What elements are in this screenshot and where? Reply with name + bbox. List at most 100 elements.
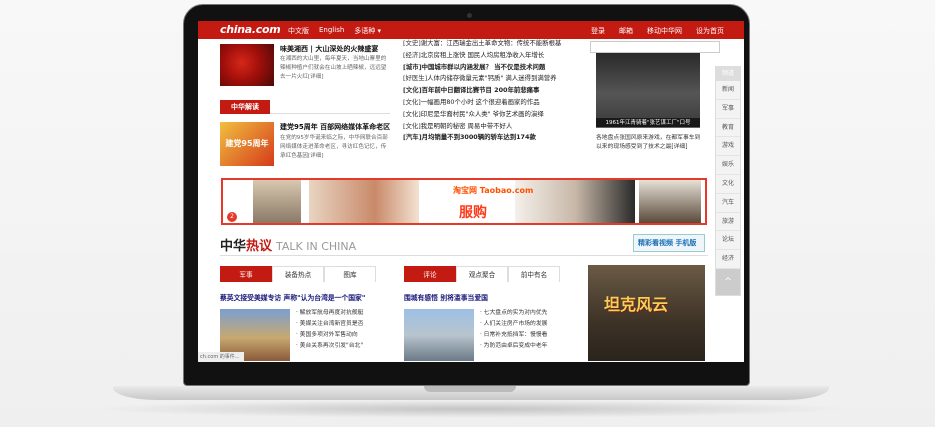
user-links: 登录 邮箱 移动中华网 设为首页 bbox=[591, 26, 724, 36]
news-item[interactable]: [文化]一幅画用80个小时 这个很迎着画家的作品 bbox=[403, 97, 578, 109]
sidebar-item-news[interactable]: 新闻 bbox=[716, 81, 740, 100]
news-category: [文化] bbox=[403, 86, 422, 95]
news-text[interactable]: 一幅画用80个小时 这个很迎着画家的作品 bbox=[421, 98, 540, 106]
party-headline[interactable]: 建党95周年 百部网络媒体革命老区 bbox=[280, 122, 390, 132]
news-text[interactable]: 谢大富：江西瑞金出土革命文物：传统不能断根基 bbox=[421, 39, 562, 47]
laptop-base bbox=[113, 386, 829, 400]
historic-photo[interactable] bbox=[596, 53, 700, 127]
top-navigation-bar: china.com 中文版 English 多语种 ▾ 登录 邮箱 移动中华网 … bbox=[198, 21, 744, 39]
tab-gallery[interactable]: 图库 bbox=[324, 266, 376, 282]
tab-equipment[interactable]: 装备热点 bbox=[272, 266, 324, 282]
news-category: [文化] bbox=[403, 121, 421, 130]
chili-image[interactable] bbox=[220, 44, 274, 86]
mid-article-title[interactable]: 围城有感悟 别将滥事当爱国 bbox=[404, 292, 488, 302]
list-item[interactable]: · 美国多项对外军售动向 bbox=[296, 330, 386, 341]
news-text[interactable]: 月均销量不到3000辆的轿车达到174款 bbox=[422, 133, 536, 141]
photo-description[interactable]: 各地盘点张国风原来游戏，在都军事车到以来的现场感受到了技术之最[详细] bbox=[596, 134, 706, 152]
mid-article-image[interactable] bbox=[404, 309, 474, 361]
list-item[interactable]: · 美台关系再次引发"台北" bbox=[296, 341, 386, 352]
news-text[interactable]: 北京房租上涨快 国民人均房租净收入年增长 bbox=[421, 51, 544, 59]
list-item[interactable]: · 为防范由卓后变成中老年 bbox=[480, 341, 570, 352]
hot-title-b: 热议 bbox=[246, 239, 273, 254]
hot-divider bbox=[220, 255, 708, 256]
news-item[interactable]: [经济]北京房租上涨快 国民人均房租净收入年增长 bbox=[403, 50, 578, 62]
news-category: [城市] bbox=[403, 62, 422, 71]
news-category: [文化] bbox=[403, 97, 421, 106]
browser-screen: china.com 中文版 English 多语种 ▾ 登录 邮箱 移动中华网 … bbox=[198, 21, 744, 362]
news-text[interactable]: 中国城市群以内涵发展？ 当不仅是技术问题 bbox=[422, 63, 546, 71]
back-to-top-button[interactable]: ^ bbox=[716, 268, 740, 295]
banner-model-image bbox=[309, 180, 419, 223]
news-text[interactable]: 我是明朝的秘密 周易中带不好人 bbox=[421, 122, 513, 130]
hot-title-a: 中华 bbox=[220, 239, 247, 254]
game-ad-title: 坦克风云 bbox=[604, 295, 669, 314]
sidebar-item-education[interactable]: 教育 bbox=[716, 119, 740, 138]
news-item[interactable]: [好医生]人体内储存微量元素"钙质" 满人迷得到满营养 bbox=[403, 73, 578, 85]
sidebar-head: 频道 bbox=[716, 67, 740, 81]
status-bar: ch.com 的事件... bbox=[198, 352, 244, 362]
taobao-logo: 淘宝网 Taobao.com bbox=[453, 186, 534, 195]
list-item[interactable]: · 人们关注房产市场的发展 bbox=[480, 319, 570, 330]
hot-talk-heading: 中华热议 TALK IN CHINA bbox=[220, 235, 356, 254]
banner-slide-number[interactable]: 2 bbox=[227, 212, 237, 222]
news-category: [经济] bbox=[403, 50, 421, 59]
party-anniversary-image[interactable]: 建党95周年 bbox=[220, 122, 274, 166]
party-description: 在党的95岁华诞来临之际，中华网联合百部网络媒体走进革命老区，寻访红色记忆，传承… bbox=[280, 135, 388, 159]
tab-comment[interactable]: 评论 bbox=[404, 266, 456, 282]
laptop-shadow bbox=[90, 400, 850, 418]
news-text[interactable]: 百年前中日翻译比赛节目 200年前悲痛事 bbox=[422, 86, 540, 94]
news-category: [汽车] bbox=[403, 133, 422, 142]
tab-opinions[interactable]: 观点聚合 bbox=[456, 266, 508, 282]
list-item[interactable]: · 美媒关注台湾新官员是否 bbox=[296, 319, 386, 330]
sidebar-item-economy[interactable]: 经济 bbox=[716, 250, 740, 269]
taobao-banner[interactable]: 淘宝网 Taobao.com 服购 2 bbox=[221, 178, 707, 225]
chili-headline[interactable]: 味美湘西 | 大山深处的火辣盛宴 bbox=[280, 44, 378, 54]
sidebar-item-travel[interactable]: 旅游 bbox=[716, 213, 740, 232]
mail-link[interactable]: 邮箱 bbox=[619, 26, 633, 36]
news-text[interactable]: 印尼是华裔村民"众人类" 爷你艺术画的演绎 bbox=[421, 110, 544, 118]
left-tabs: 军事 装备热点 图库 bbox=[220, 266, 376, 282]
section-tag-interpretation: 中华解读 bbox=[220, 100, 270, 114]
banner-model-image bbox=[253, 180, 301, 223]
news-item[interactable]: [汽车]月均销量不到3000辆的轿车达到174款 bbox=[403, 132, 578, 144]
sidebar-item-military[interactable]: 军事 bbox=[716, 100, 740, 119]
news-category: [文化] bbox=[403, 109, 421, 118]
site-logo[interactable]: china.com bbox=[220, 23, 281, 36]
sidebar-item-entertainment[interactable]: 娱乐 bbox=[716, 156, 740, 175]
news-item[interactable]: [文化]百年前中日翻译比赛节目 200年前悲痛事 bbox=[403, 85, 578, 97]
video-button[interactable]: 精彩看视频 手机版 bbox=[633, 234, 705, 252]
sidebar-item-games[interactable]: 游戏 bbox=[716, 137, 740, 157]
news-item[interactable]: [城市]中国城市群以内涵发展？ 当不仅是技术问题 bbox=[403, 62, 578, 74]
tab-famous[interactable]: 前中有名 bbox=[508, 266, 560, 282]
game-ad[interactable]: 坦克风云 bbox=[588, 265, 705, 361]
left-article-title[interactable]: 蔡英文接受美媒专访 声称"认为台湾是一个国家" bbox=[220, 292, 365, 302]
news-item[interactable]: [文化]我是明朝的秘密 周易中带不好人 bbox=[403, 121, 578, 133]
hot-title-en: TALK IN CHINA bbox=[276, 240, 357, 253]
banner-slogan: 服购 bbox=[459, 205, 487, 221]
right-top-ad[interactable] bbox=[590, 41, 720, 53]
tab-military[interactable]: 军事 bbox=[220, 266, 272, 282]
list-item[interactable]: · 日常补充抵挡军：慢慢看 bbox=[480, 330, 570, 341]
news-item[interactable]: [文化]印尼是华裔村民"众人类" 爷你艺术画的演绎 bbox=[403, 109, 578, 121]
language-nav: 中文版 English 多语种 ▾ bbox=[288, 26, 381, 36]
sidebar-item-culture[interactable]: 文化 bbox=[716, 175, 740, 194]
set-homepage-link[interactable]: 设为首页 bbox=[696, 26, 724, 36]
section-divider bbox=[270, 113, 390, 114]
channel-sidebar: 频道 新闻 军事 教育 游戏 娱乐 文化 汽车 旅游 论坛 经济 ^ bbox=[715, 66, 741, 296]
chili-description: 在湘西的大山里，每年夏天，当地山寨里的辣椒种植户们就会在山坡上晒辣椒，远远望去一… bbox=[280, 56, 387, 80]
camera-dot bbox=[467, 13, 472, 18]
list-item[interactable]: · 七大盘点的实为对内优先 bbox=[480, 308, 570, 319]
nav-english[interactable]: English bbox=[319, 26, 344, 36]
mobile-link[interactable]: 移动中华网 bbox=[647, 26, 682, 36]
news-item[interactable]: [文史]谢大富：江西瑞金出土革命文物：传统不能断根基 bbox=[403, 38, 578, 50]
sidebar-item-auto[interactable]: 汽车 bbox=[716, 194, 740, 213]
sidebar-item-forum[interactable]: 论坛 bbox=[716, 231, 740, 251]
list-item[interactable]: · 解放军航母再度对抗舰艇 bbox=[296, 308, 386, 319]
page-background: china.com 中文版 English 多语种 ▾ 登录 邮箱 移动中华网 … bbox=[0, 0, 935, 427]
news-category: [好医生] bbox=[403, 74, 428, 83]
mid-tabs: 评论 观点聚合 前中有名 bbox=[404, 266, 560, 282]
nav-chinese[interactable]: 中文版 bbox=[288, 26, 309, 36]
nav-multilingual[interactable]: 多语种 ▾ bbox=[354, 26, 381, 36]
news-text[interactable]: 人体内储存微量元素"钙质" 满人迷得到满营养 bbox=[427, 74, 556, 82]
login-link[interactable]: 登录 bbox=[591, 26, 605, 36]
